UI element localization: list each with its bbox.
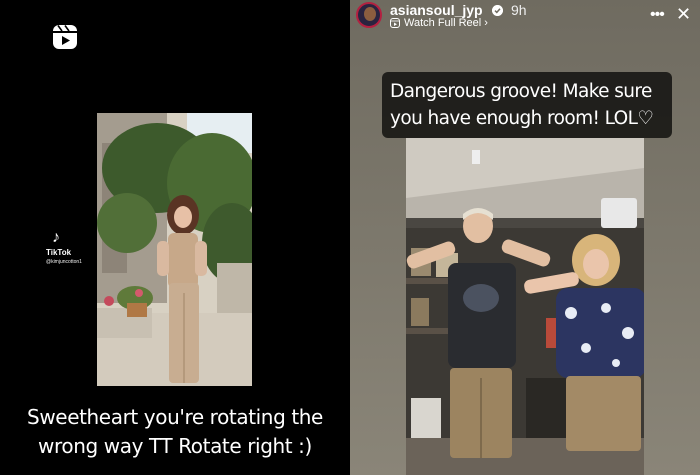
- reel-caption: Dangerous groove! Make sure you have eno…: [390, 81, 654, 129]
- timestamp: 9h: [511, 2, 527, 18]
- more-icon[interactable]: •••: [650, 6, 665, 24]
- reels-icon: [53, 25, 77, 49]
- watch-full-reel-label: Watch Full Reel ›: [404, 17, 488, 29]
- right-story[interactable]: asiansoul_jyp 9h Watch Full Reel › ••• ✕: [350, 0, 700, 475]
- reel-small-icon: [390, 18, 400, 28]
- verified-icon: [492, 5, 503, 16]
- reel-video[interactable]: [406, 138, 644, 475]
- tiktok-handle: @kimjuncotton1: [46, 259, 82, 265]
- tiktok-video-frame[interactable]: [97, 113, 252, 386]
- tiktok-logo-icon: ♪: [52, 229, 60, 246]
- story-header: asiansoul_jyp 9h Watch Full Reel › ••• ✕: [356, 2, 696, 30]
- username[interactable]: asiansoul_jyp: [390, 2, 483, 18]
- watch-full-reel-link[interactable]: Watch Full Reel ›: [390, 17, 488, 29]
- tiktok-name: TikTok: [46, 248, 72, 257]
- left-story[interactable]: ♪ TikTok @kimjuncotton1 Sweetheart you'r…: [0, 0, 350, 475]
- tiktok-watermark: ♪ TikTok @kimjuncotton1: [46, 229, 106, 266]
- close-icon[interactable]: ✕: [676, 4, 691, 25]
- left-caption: Sweetheart you're rotating the wrong way…: [27, 405, 323, 458]
- avatar[interactable]: [356, 2, 382, 28]
